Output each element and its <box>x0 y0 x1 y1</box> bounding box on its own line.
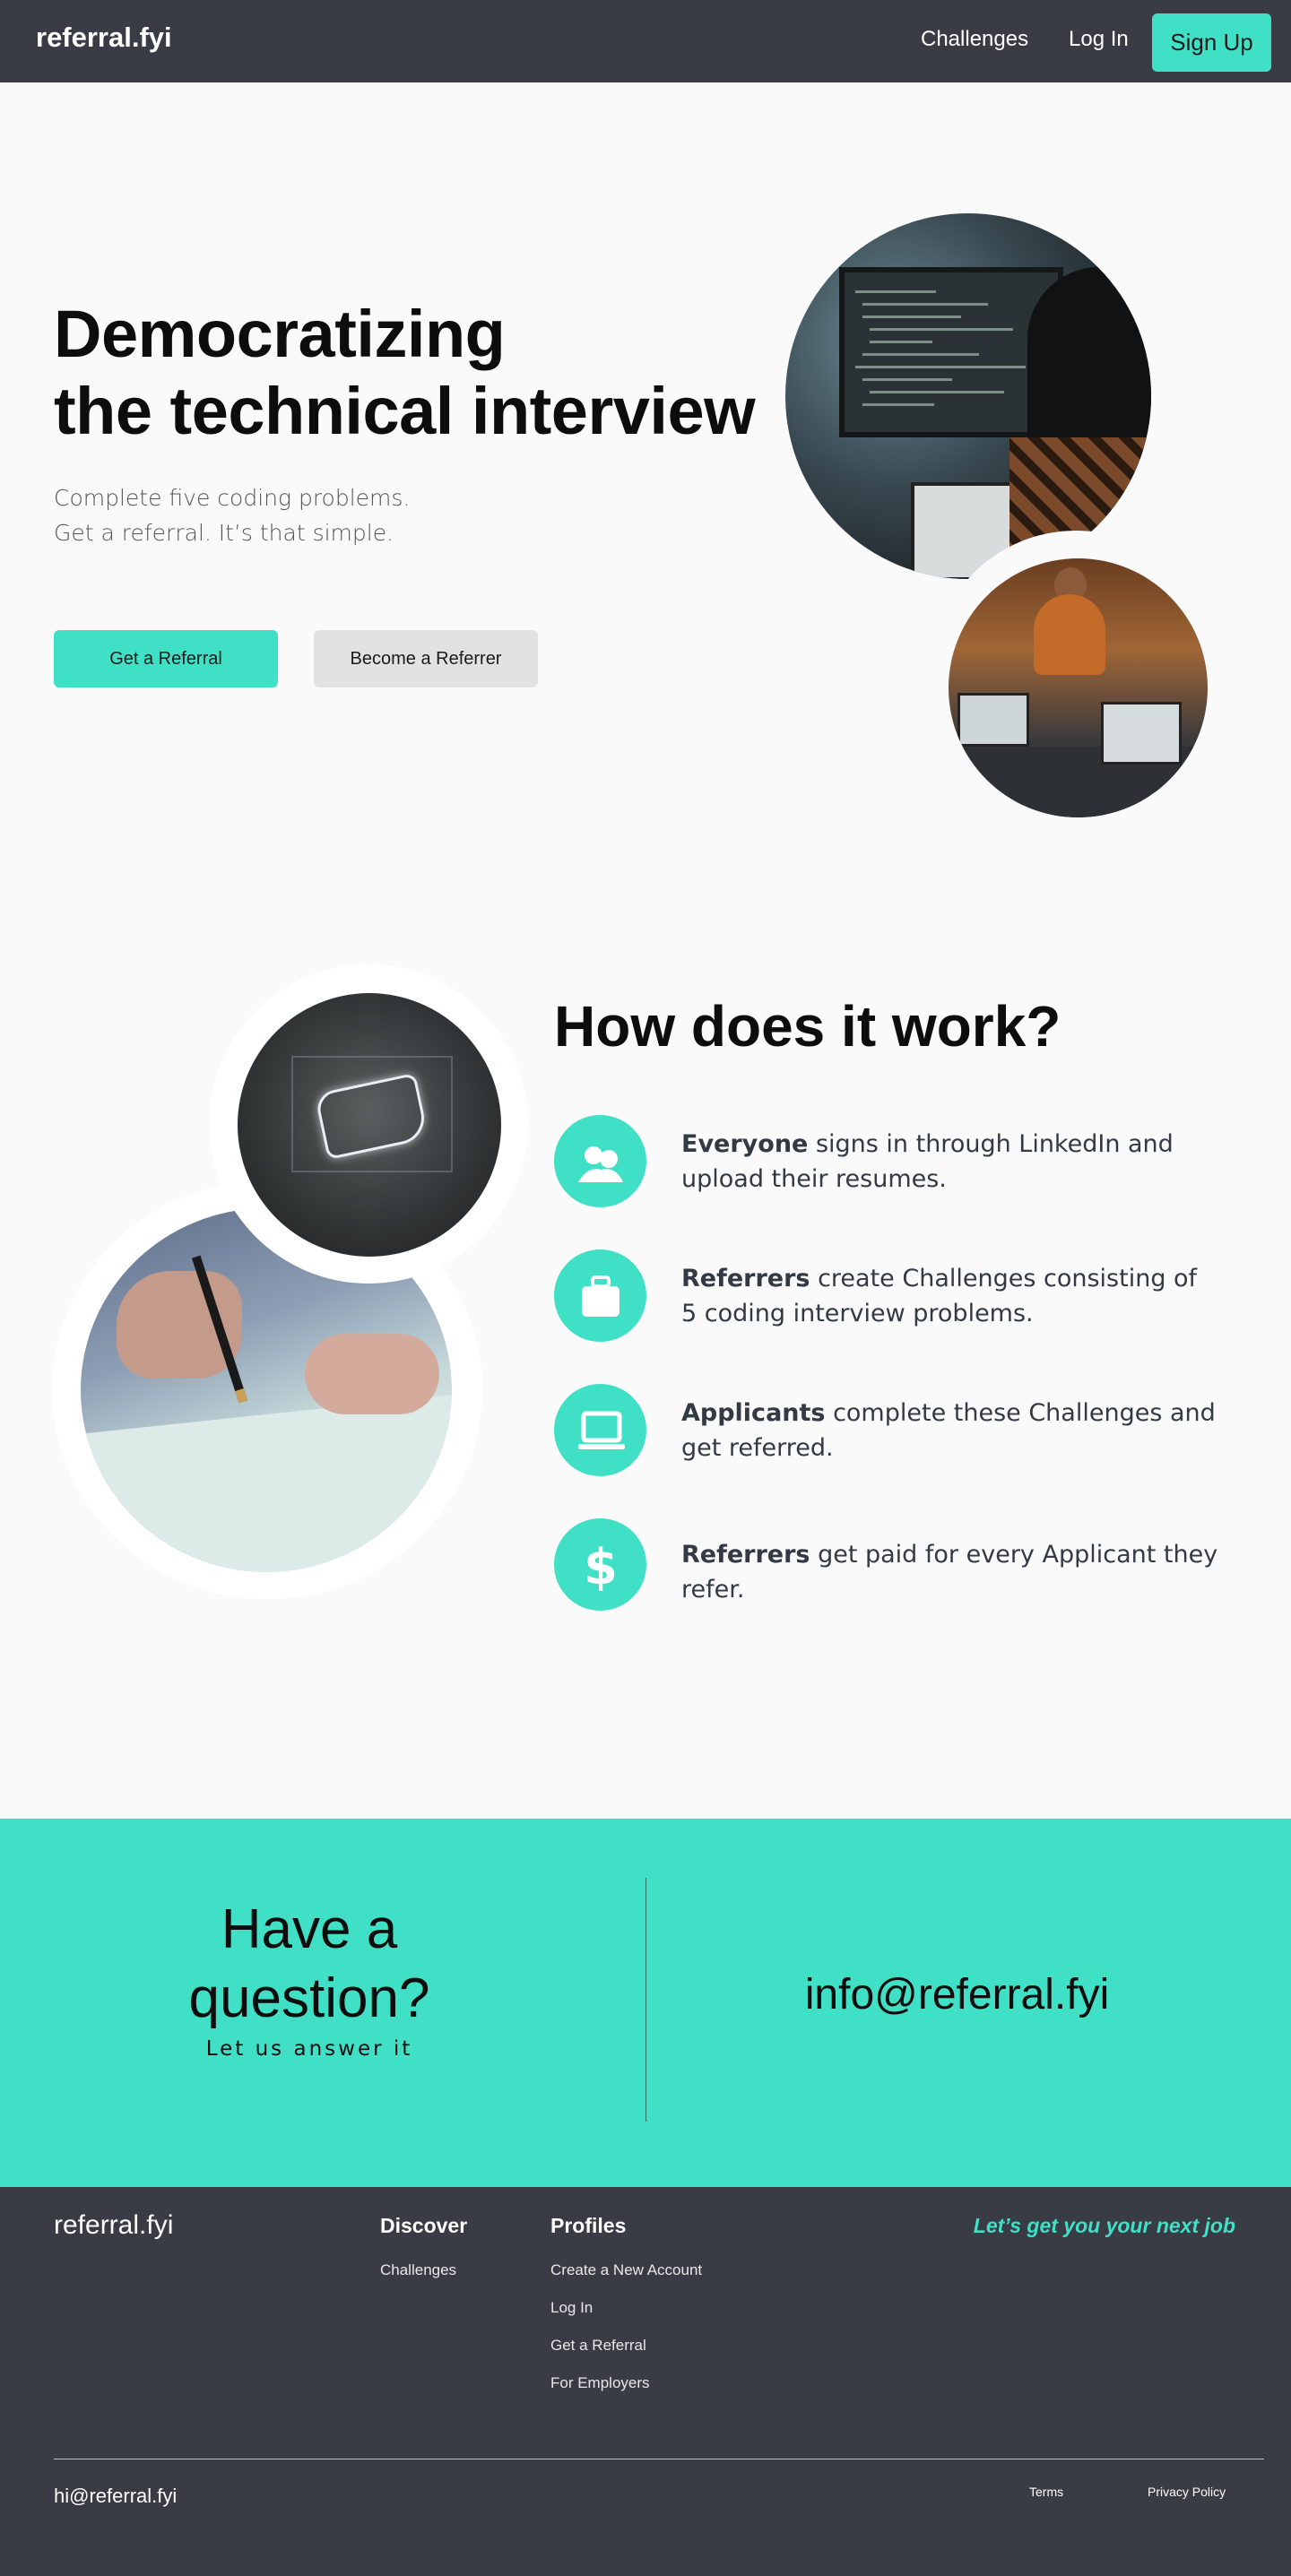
step-4-text: Referrers get paid for every Applicant t… <box>681 1537 1219 1607</box>
person-graphic <box>1034 594 1105 675</box>
top-navbar: referral.fyi Challenges Log In Sign Up <box>0 0 1291 82</box>
svg-text:$: $ <box>584 1539 618 1595</box>
footer-profiles-heading: Profiles <box>550 2214 627 2237</box>
question-subtitle: Let us answer it <box>205 2037 413 2061</box>
footer-tagline: Let’s get you your next job <box>973 2214 1235 2237</box>
hero-title: Democratizing the technical interview <box>54 296 756 450</box>
code-line <box>862 303 988 306</box>
nav-challenges-link[interactable]: Challenges <box>921 27 1028 52</box>
code-line <box>855 366 1026 368</box>
footer-link-employers[interactable]: For Employers <box>550 2374 650 2392</box>
hand-graphic <box>305 1334 439 1414</box>
footer-brand[interactable]: referral.fyi <box>54 2210 173 2241</box>
footer-link-create-account[interactable]: Create a New Account <box>550 2261 702 2279</box>
code-line <box>862 353 979 356</box>
step-1-text: Everyone signs in through LinkedIn and u… <box>681 1127 1219 1197</box>
how-it-works-title: How does it work? <box>554 994 1061 1059</box>
footer-link-login[interactable]: Log In <box>550 2299 593 2317</box>
brand-logo[interactable]: referral.fyi <box>36 22 172 54</box>
laptop-graphic <box>1101 702 1182 765</box>
paper-graphic <box>81 1395 452 1572</box>
code-line <box>862 378 952 381</box>
coding-photo <box>785 213 1151 579</box>
become-referrer-button[interactable]: Become a Referrer <box>314 630 538 687</box>
nav-login-link[interactable]: Log In <box>1069 27 1129 52</box>
hero-subtitle-line2: Get a referral. It’s that simple. <box>54 520 394 546</box>
hand-graphic <box>117 1271 242 1379</box>
step-3-text: Applicants complete these Challenges and… <box>681 1396 1219 1465</box>
dollar-icon: $ <box>554 1518 646 1611</box>
footer-link-get-referral[interactable]: Get a Referral <box>550 2337 646 2355</box>
code-line <box>862 316 961 318</box>
step-3-bold: Applicants <box>681 1399 826 1427</box>
briefcase-icon <box>554 1249 646 1342</box>
step-2-text: Referrers create Challenges consisting o… <box>681 1261 1219 1331</box>
hero-title-line2: the technical interview <box>54 374 756 448</box>
footer-link-challenges[interactable]: Challenges <box>380 2261 456 2279</box>
footer-privacy-link[interactable]: Privacy Policy <box>1148 2485 1226 2499</box>
signup-button[interactable]: Sign Up <box>1152 13 1271 72</box>
handshake-photo <box>238 993 501 1257</box>
people-icon <box>554 1115 646 1207</box>
question-title: Have a question? <box>152 1895 466 2033</box>
code-line <box>870 328 1013 331</box>
laptop-graphic <box>957 693 1029 747</box>
code-line <box>855 290 936 293</box>
step-2-bold: Referrers <box>681 1265 810 1292</box>
footer-discover-heading: Discover <box>380 2214 468 2237</box>
hero-subtitle: Complete five coding problems. Get a ref… <box>54 480 410 550</box>
meeting-photo <box>949 558 1208 817</box>
hero-title-line1: Democratizing <box>54 297 506 371</box>
code-line <box>862 403 934 406</box>
contact-email-link[interactable]: info@referral.fyi <box>726 1970 1188 2019</box>
code-line <box>870 341 932 343</box>
laptop-icon <box>554 1384 646 1476</box>
code-line <box>870 391 1004 393</box>
footer-terms-link[interactable]: Terms <box>1029 2485 1063 2499</box>
hero-subtitle-line1: Complete five coding problems. <box>54 485 411 511</box>
get-referral-button[interactable]: Get a Referral <box>54 630 278 687</box>
footer-email-link[interactable]: hi@referral.fyi <box>54 2485 177 2508</box>
step-4-bold: Referrers <box>681 1541 810 1569</box>
question-title-line1: Have a <box>221 1898 398 1960</box>
question-title-line2: question? <box>188 1967 430 2029</box>
step-1-bold: Everyone <box>681 1130 809 1158</box>
